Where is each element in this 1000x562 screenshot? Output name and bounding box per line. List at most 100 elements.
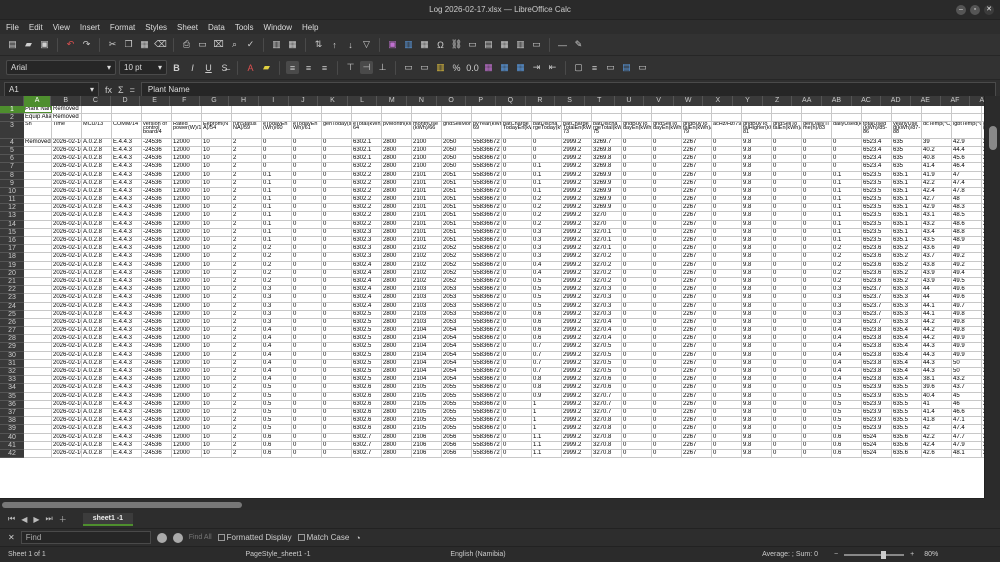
cell[interactable]: 55836672 bbox=[472, 196, 502, 204]
cell[interactable]: 0.5 bbox=[832, 400, 862, 408]
cell[interactable]: 55836672 bbox=[472, 253, 502, 261]
cell[interactable]: 0 bbox=[712, 302, 742, 310]
cell[interactable]: 0 bbox=[802, 196, 832, 204]
cell[interactable]: 0.2 bbox=[262, 269, 292, 277]
line-icon[interactable]: — bbox=[556, 38, 569, 51]
cell[interactable]: E.4.4.3 bbox=[112, 269, 142, 277]
cell[interactable]: 0 bbox=[622, 335, 652, 343]
cell[interactable]: 0 bbox=[712, 187, 742, 196]
cell[interactable]: A.0.2.8 bbox=[82, 335, 112, 343]
cell[interactable]: 2100 bbox=[412, 146, 442, 155]
cell[interactable]: 0 bbox=[832, 163, 862, 171]
cell[interactable]: 0 bbox=[652, 294, 682, 302]
cell[interactable]: 0 bbox=[772, 392, 802, 400]
cell[interactable]: 2026-02-16 bbox=[52, 212, 82, 220]
cell[interactable]: 0.5 bbox=[532, 277, 562, 286]
align-right-icon[interactable]: ≡ bbox=[318, 61, 331, 74]
column-header-t[interactable]: T bbox=[585, 96, 615, 106]
cell[interactable]: 2026-02-16 bbox=[52, 228, 82, 237]
cell[interactable]: 0 bbox=[772, 351, 802, 359]
prev-sheet-icon[interactable]: ◀ bbox=[21, 515, 27, 524]
cell[interactable]: 44.2 bbox=[922, 335, 952, 343]
row-header[interactable]: 22 bbox=[0, 286, 24, 295]
row-header[interactable]: 7 bbox=[0, 163, 24, 172]
cell[interactable]: 2800 bbox=[382, 212, 412, 220]
cell[interactable]: 0 bbox=[772, 400, 802, 408]
cell[interactable]: -24536 bbox=[142, 310, 172, 318]
cell[interactable]: 2026-02-16 bbox=[52, 294, 82, 302]
cell[interactable]: 0 bbox=[292, 359, 322, 368]
cell[interactable]: 0.1 bbox=[532, 187, 562, 196]
insert-chart-icon[interactable]: ▥ bbox=[402, 38, 415, 51]
cell[interactable]: genDailyTi me(h)/83 bbox=[802, 122, 832, 138]
cell[interactable] bbox=[472, 106, 502, 114]
cell[interactable]: 0.2 bbox=[262, 261, 292, 269]
cell[interactable]: 0 bbox=[802, 425, 832, 433]
cell[interactable]: 10 bbox=[202, 138, 232, 146]
cell[interactable]: 0 bbox=[322, 179, 352, 187]
cell[interactable]: 42.6 bbox=[922, 449, 952, 458]
cell[interactable]: Sn bbox=[24, 122, 52, 138]
cell[interactable]: 3269.9 bbox=[592, 204, 622, 212]
cell[interactable]: 0 bbox=[802, 179, 832, 187]
cell[interactable]: 2026-02-16 bbox=[52, 359, 82, 368]
cell[interactable]: 0.1 bbox=[262, 179, 292, 187]
cell[interactable]: 12000 bbox=[172, 400, 202, 408]
column-header-e[interactable]: E bbox=[140, 96, 170, 106]
cell[interactable]: 55836672 bbox=[472, 261, 502, 269]
cell[interactable]: 6523.9 bbox=[862, 417, 892, 425]
cell[interactable]: 0.3 bbox=[832, 310, 862, 318]
cell[interactable]: 2999.2 bbox=[562, 277, 592, 286]
cell[interactable]: 10 bbox=[202, 253, 232, 261]
merge-cells-icon[interactable]: ▭ bbox=[418, 61, 431, 74]
row-header[interactable]: 3 bbox=[0, 122, 24, 139]
cell[interactable]: E.4.4.3 bbox=[112, 294, 142, 302]
cell[interactable]: 9.8 bbox=[742, 359, 772, 368]
cell[interactable]: 2105 bbox=[412, 425, 442, 433]
cell[interactable]: 2267 bbox=[682, 220, 712, 228]
cell[interactable]: 0 bbox=[802, 433, 832, 441]
cell[interactable]: 0 bbox=[502, 196, 532, 204]
cell[interactable]: 1 bbox=[532, 425, 562, 433]
cell[interactable]: 49.4 bbox=[952, 269, 982, 277]
cell[interactable]: 12000 bbox=[172, 220, 202, 228]
cell[interactable]: 2026-02-16 bbox=[52, 204, 82, 212]
cell[interactable]: 2026-02-16 bbox=[52, 245, 82, 253]
cell[interactable]: 49.5 bbox=[952, 277, 982, 286]
cell[interactable] bbox=[24, 146, 52, 155]
cell[interactable]: 0 bbox=[622, 269, 652, 277]
cell[interactable]: 55836672 bbox=[472, 400, 502, 408]
cell[interactable] bbox=[502, 106, 532, 114]
cell[interactable]: 0.2 bbox=[262, 277, 292, 286]
cell[interactable]: 2 bbox=[232, 155, 262, 163]
row-header[interactable]: 39 bbox=[0, 425, 24, 434]
cell[interactable]: 0 bbox=[322, 392, 352, 400]
row-header[interactable]: 12 bbox=[0, 204, 24, 213]
cell[interactable]: 0 bbox=[712, 327, 742, 335]
cell[interactable]: 0.2 bbox=[532, 204, 562, 212]
cell[interactable]: -24536 bbox=[142, 286, 172, 294]
borders-icon[interactable]: ▢ bbox=[572, 61, 585, 74]
cell[interactable]: 2800 bbox=[382, 376, 412, 384]
cell[interactable]: 43.8 bbox=[922, 261, 952, 269]
cell[interactable]: 0 bbox=[292, 392, 322, 400]
cell[interactable]: 48.8 bbox=[952, 228, 982, 237]
cell[interactable]: 12000 bbox=[172, 408, 202, 417]
cell[interactable]: 6302.1 bbox=[352, 146, 382, 155]
cell[interactable]: 6523.8 bbox=[862, 335, 892, 343]
cell[interactable]: 6523.5 bbox=[862, 228, 892, 237]
cell[interactable]: 2800 bbox=[382, 228, 412, 237]
cell[interactable]: gridBuyTo dayEn(kWh)/76 bbox=[622, 122, 652, 138]
cell[interactable]: 2104 bbox=[412, 359, 442, 368]
cell[interactable]: 2052 bbox=[442, 269, 472, 277]
cell[interactable]: 9.8 bbox=[742, 155, 772, 163]
cell[interactable]: 2101 bbox=[412, 196, 442, 204]
cell[interactable]: E.4.4.3 bbox=[112, 318, 142, 327]
row-header[interactable]: 17 bbox=[0, 245, 24, 254]
cell[interactable]: 0 bbox=[652, 384, 682, 392]
cell[interactable]: 2 bbox=[232, 425, 262, 433]
special-character-icon[interactable]: Ω bbox=[434, 38, 447, 51]
cell[interactable]: 0 bbox=[292, 245, 322, 253]
cell[interactable]: 0.4 bbox=[832, 343, 862, 351]
cell[interactable]: A.0.2.8 bbox=[82, 302, 112, 310]
